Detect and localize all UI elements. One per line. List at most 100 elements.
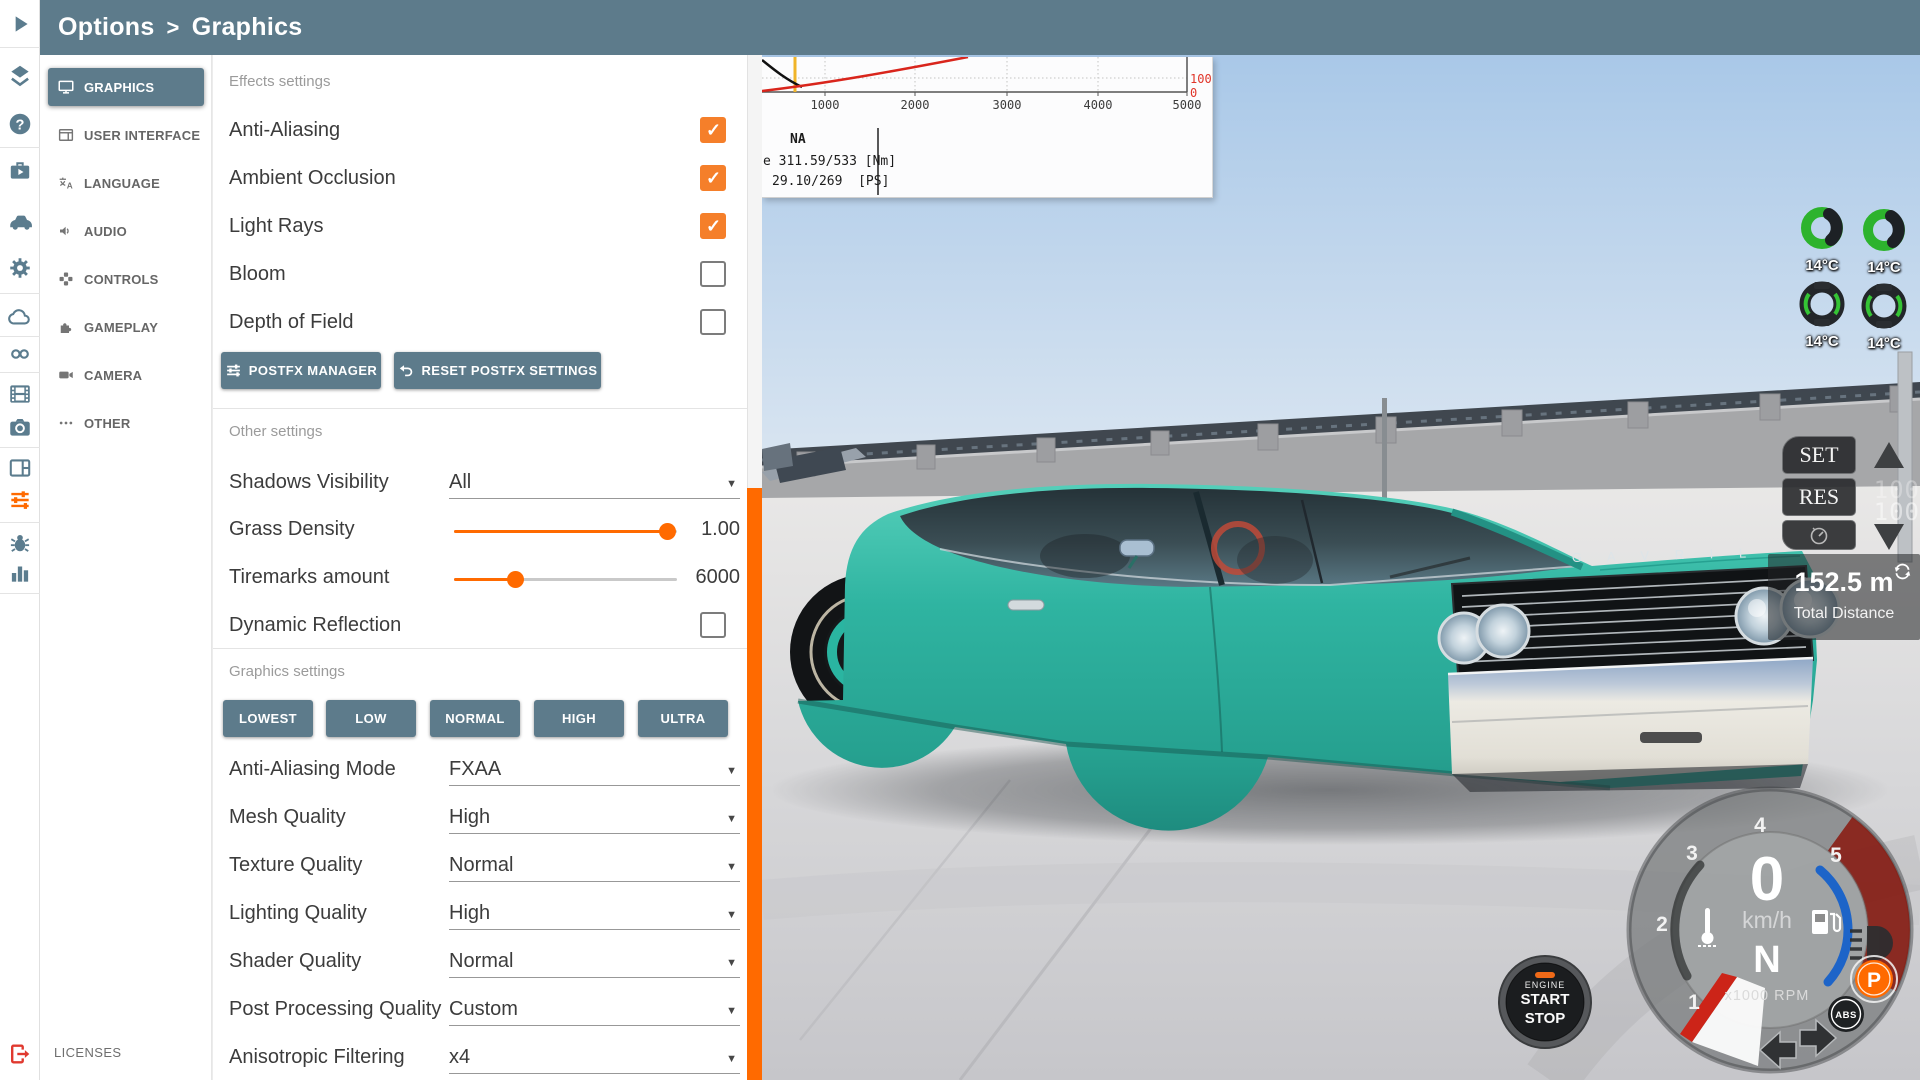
play-icon[interactable] [7,11,33,37]
anisotropic-filtering-select[interactable]: x4 [449,1042,740,1074]
rail-separator [0,293,40,294]
svg-text:A: A [67,181,73,190]
breadcrumb-root[interactable]: Options [58,13,155,42]
cloud-icon[interactable] [7,305,33,331]
anti-aliasing-checkbox[interactable] [700,117,726,143]
panel-scrollbar-thumb[interactable] [747,488,762,1080]
tire-temp-icon [1796,278,1848,330]
panel-scrollbar-track[interactable] [747,55,762,1080]
licenses-link[interactable]: LICENSES [54,1045,122,1060]
breadcrumb-current: Graphics [192,13,303,42]
postprocessing-quality-select[interactable]: Custom [449,994,740,1026]
menu-item-other[interactable]: OTHER [48,404,204,442]
cruise-speed-display: 100 [1860,498,1920,526]
torque-readout: e 311.59/533 [Nm] [763,154,896,169]
y-tick-zero: 0 [1190,86,1197,100]
bug-icon[interactable] [7,530,33,556]
gear-icon[interactable] [7,255,33,281]
door-handle [1008,600,1044,610]
mesh-quality-select[interactable]: High [449,802,740,834]
postfx-manager-button[interactable]: POSTFX MANAGER [221,352,381,389]
cruise-res-button[interactable]: RES [1782,478,1856,516]
translate-icon: A [57,174,75,192]
speedometer-icon [1808,524,1830,546]
speaker-icon [57,222,75,240]
performance-icon[interactable] [7,560,33,586]
engine-start-button[interactable] [1499,956,1591,1048]
reset-postfx-button[interactable]: RESET POSTFX SETTINGS [394,352,601,389]
front-bumper [1448,658,1813,792]
scenarios-icon[interactable] [7,157,33,183]
cruise-gauge-button[interactable] [1782,520,1856,550]
gear-indicator: N [1753,939,1780,981]
undo-icon [398,362,415,379]
help-icon[interactable]: ? [7,111,33,137]
svg-text:3: 3 [1686,842,1698,865]
shadows-visibility-select[interactable]: All [449,467,740,499]
menu-item-user-interface[interactable]: USER INTERFACE [48,116,204,154]
cruise-up-arrow[interactable] [1874,442,1904,468]
x-tick: 4000 [1068,98,1128,112]
setting-row-shadows-visibility: Shadows Visibility All [229,469,718,499]
aspiration-label: NA [790,132,806,147]
setting-row-depth-of-field: Depth of Field [229,309,718,339]
rail-separator [0,447,40,448]
replay-icon[interactable] [7,381,33,407]
dynamic-reflection-checkbox[interactable] [700,612,726,638]
tune-icon[interactable] [7,487,33,513]
menu-item-language[interactable]: A LANGUAGE [48,164,204,202]
light-rays-checkbox[interactable] [700,213,726,239]
depth-of-field-checkbox[interactable] [700,309,726,335]
texture-quality-select[interactable]: Normal [449,850,740,882]
grass-density-slider[interactable] [454,519,677,543]
light-pole [1382,398,1387,498]
setting-row-shader-quality: Shader Quality Normal [229,948,718,978]
menu-item-gameplay[interactable]: GAMEPLAY [48,308,204,346]
ambient-occlusion-checkbox[interactable] [700,165,726,191]
preset-low-button[interactable]: LOW [326,700,416,737]
lighting-quality-select[interactable]: High [449,898,740,930]
slider-thumb[interactable] [659,523,676,540]
preset-ultra-button[interactable]: ULTRA [638,700,728,737]
tire-temp-value: 14°C [1856,335,1912,352]
section-title-other: Other settings [229,423,322,440]
game-viewport: V8 G A V R I L [762,55,1920,1080]
infinity-icon[interactable] [7,341,33,367]
distance-label: Total Distance [1768,605,1920,623]
svg-text:?: ? [16,117,25,133]
menu-item-camera[interactable]: CAMERA [48,356,204,394]
game-scene: V8 G A V R I L [762,55,1920,1080]
rail-separator [0,336,40,337]
tiremarks-slider[interactable] [454,567,677,591]
preset-lowest-button[interactable]: LOWEST [223,700,313,737]
abs-indicator: ABS [1828,996,1864,1032]
rail-separator [0,372,40,373]
tiremarks-value: 6000 [677,566,740,589]
layers-icon[interactable] [7,63,33,89]
rpm-scale-label: x1000 RPM [1725,988,1810,1004]
setting-row-lighting-quality: Lighting Quality High [229,900,718,930]
setting-row-dynamic-reflection: Dynamic Reflection [229,612,718,642]
setting-row-mesh-quality: Mesh Quality High [229,804,718,834]
slider-thumb[interactable] [507,571,524,588]
brake-temp-value: 14°C [1794,257,1850,274]
grass-density-value: 1.00 [677,518,740,541]
vehicles-icon[interactable] [7,207,33,233]
svg-text:ABS: ABS [1835,1010,1857,1021]
menu-item-audio[interactable]: AUDIO [48,212,204,250]
cruise-down-arrow[interactable] [1874,524,1904,550]
exit-icon[interactable] [7,1041,33,1067]
shader-quality-select[interactable]: Normal [449,946,740,978]
camera-icon[interactable] [7,414,33,440]
distance-value: 152.5 m [1768,567,1920,598]
bloom-checkbox[interactable] [700,261,726,287]
preset-high-button[interactable]: HIGH [534,700,624,737]
svg-text:5: 5 [1830,844,1842,867]
menu-item-controls[interactable]: CONTROLS [48,260,204,298]
preset-normal-button[interactable]: NORMAL [430,700,520,737]
torque-power-graph: 1000 2000 3000 4000 5000 100 0 NA e 311.… [762,57,1213,198]
cruise-set-button[interactable]: SET [1782,436,1856,474]
aa-mode-select[interactable]: FXAA [449,754,740,786]
apps-icon[interactable] [7,455,33,481]
menu-item-graphics[interactable]: GRAPHICS [48,68,204,106]
